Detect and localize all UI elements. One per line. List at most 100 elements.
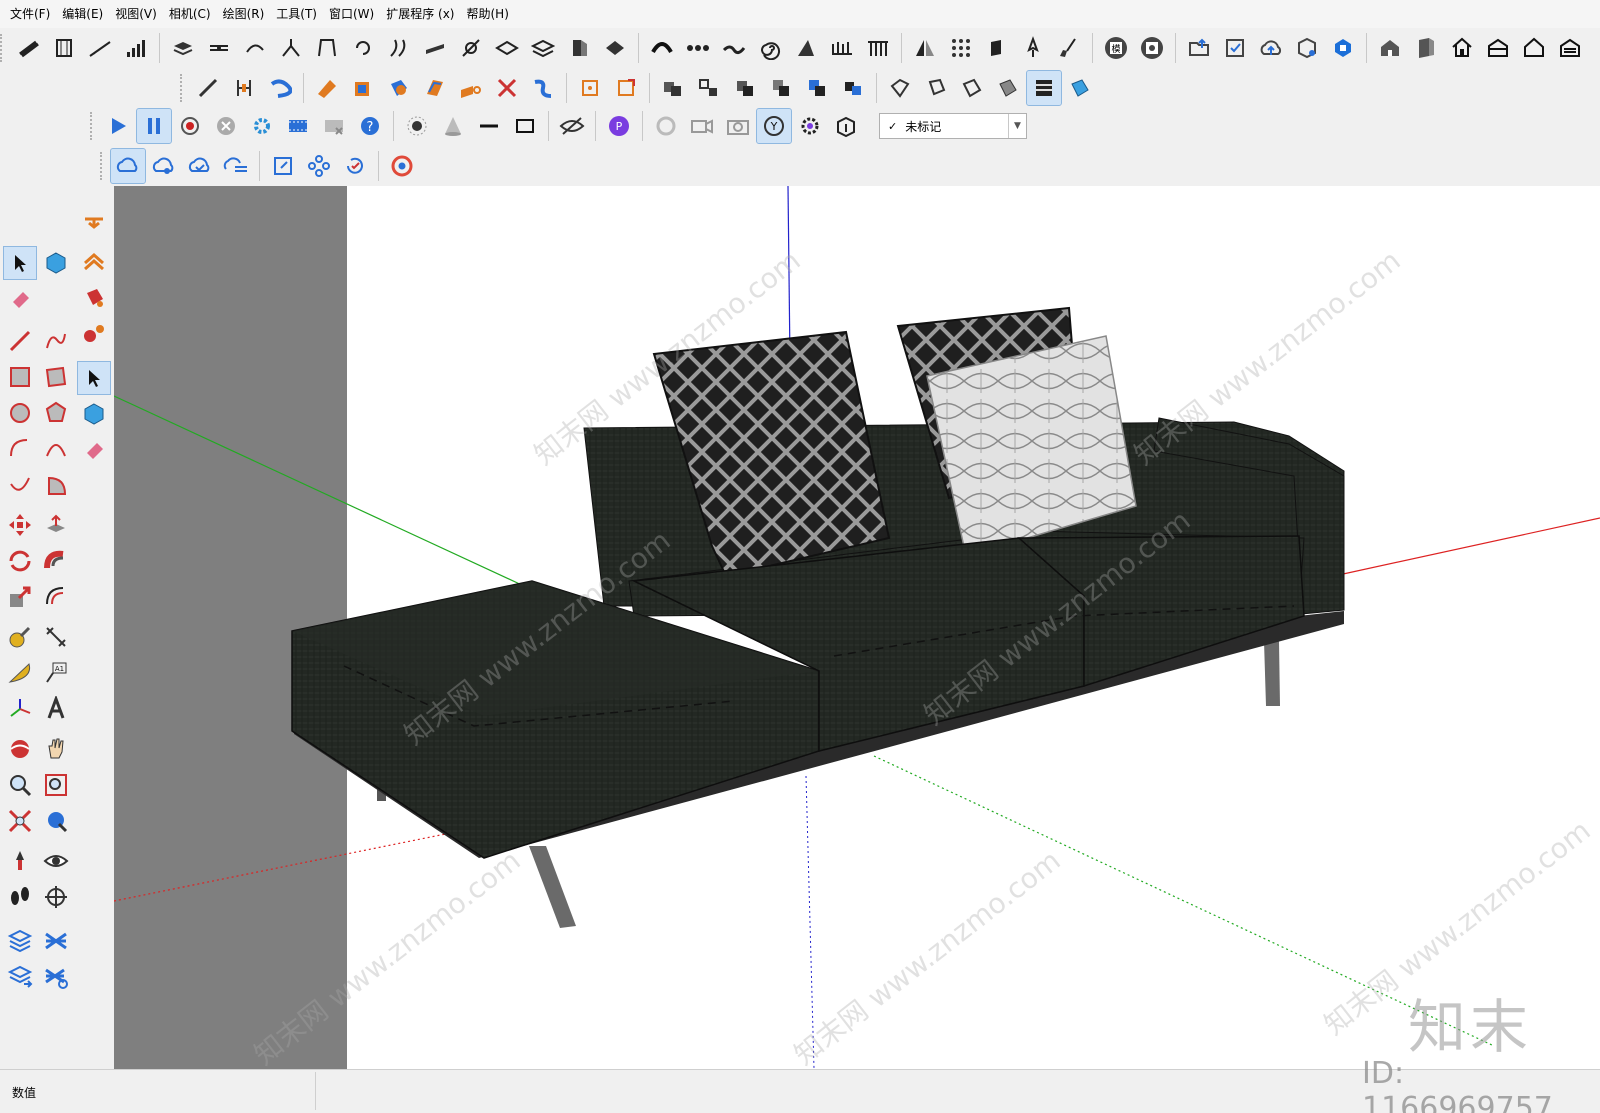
house-front-icon[interactable] [1481, 31, 1515, 65]
folder-export-icon[interactable] [1182, 31, 1216, 65]
orbit-tool-icon[interactable] [4, 733, 36, 765]
3d-text-icon[interactable] [40, 693, 72, 725]
molecule-icon[interactable] [302, 149, 336, 183]
pan-hand-icon[interactable] [40, 733, 72, 765]
scale-tool-icon[interactable] [4, 581, 36, 613]
zoom-extents-icon[interactable] [4, 805, 36, 837]
layers-striped-icon[interactable] [1026, 70, 1062, 106]
freehand-tool-icon[interactable] [40, 325, 72, 357]
line-tool-icon[interactable] [4, 325, 36, 357]
menu-window[interactable]: 窗口(W) [323, 0, 380, 28]
arc-tool-icon[interactable] [645, 31, 679, 65]
layers-export-icon[interactable] [4, 961, 36, 993]
dimension-tool-icon[interactable] [40, 621, 72, 653]
arrow-curve-icon[interactable] [238, 31, 272, 65]
line-icon[interactable] [472, 109, 506, 143]
select-arrow-icon[interactable] [77, 361, 111, 395]
menu-view[interactable]: 视图(V) [109, 0, 163, 28]
orbit-disabled-icon[interactable] [649, 109, 683, 143]
sandbox-drape-icon[interactable] [78, 210, 110, 242]
menu-extensions[interactable]: 扩展程序 (x) [380, 0, 460, 28]
move-tool-icon[interactable] [4, 509, 36, 541]
rotate-tool-icon[interactable] [4, 545, 36, 577]
menu-help[interactable]: 帮助(H) [460, 0, 514, 28]
tag-dropdown[interactable]: ✓ 未标记 ▼ [879, 113, 1027, 139]
photo-camera-icon[interactable] [721, 109, 755, 143]
hide-eye-icon[interactable] [555, 109, 589, 143]
polygon-tool-icon[interactable] [40, 397, 72, 429]
ramp-tool-icon[interactable] [83, 31, 117, 65]
home-icon[interactable] [1445, 31, 1479, 65]
cloud-upload-icon[interactable] [1254, 31, 1288, 65]
align-tool-icon[interactable] [202, 31, 236, 65]
twist-solid-icon[interactable] [526, 71, 560, 105]
cube-settings-icon[interactable] [1290, 31, 1324, 65]
brand-logo-icon[interactable] [1326, 31, 1360, 65]
layer-stack-icon[interactable] [166, 31, 200, 65]
cone-icon[interactable] [436, 109, 470, 143]
bar-chart-tool-icon[interactable] [119, 31, 153, 65]
dots-line-icon[interactable] [681, 31, 715, 65]
stamp-chevron-icon[interactable] [78, 246, 110, 278]
rectangle-icon[interactable] [508, 109, 542, 143]
pipe-tool-icon[interactable] [454, 31, 488, 65]
cloud-check-icon[interactable] [183, 149, 217, 183]
menu-draw[interactable]: 绘图(R) [217, 0, 271, 28]
frame-tool-icon[interactable] [310, 31, 344, 65]
pie-tool-icon[interactable] [40, 469, 72, 501]
toolbar-grip[interactable] [0, 34, 5, 62]
zoom-window-icon[interactable] [40, 769, 72, 801]
refresh-check-icon[interactable] [338, 149, 372, 183]
measurements-box[interactable] [6, 1072, 316, 1110]
cut-shape-icon[interactable] [789, 31, 823, 65]
position-camera-icon[interactable] [4, 845, 36, 877]
offset-tool-icon[interactable] [40, 581, 72, 613]
pin-tool-icon[interactable] [1016, 31, 1050, 65]
settings-gear-icon[interactable] [793, 109, 827, 143]
cloud-list-icon[interactable] [219, 149, 253, 183]
comb-tool-icon[interactable] [825, 31, 859, 65]
protractor-icon[interactable] [4, 657, 36, 689]
toolbar-grip[interactable] [180, 74, 185, 102]
pause-icon[interactable] [136, 108, 172, 144]
stair-tool-icon[interactable] [11, 31, 45, 65]
fork-arrow-icon[interactable] [274, 31, 308, 65]
building-icon[interactable] [1409, 31, 1443, 65]
cross-layers-gear-icon[interactable] [40, 961, 72, 993]
checkbox-icon[interactable] [1218, 31, 1252, 65]
rectangle-tool-icon[interactable] [4, 361, 36, 393]
wedge-solid-icon[interactable] [310, 71, 344, 105]
spiral-tool-icon[interactable] [753, 31, 787, 65]
cross-cut-icon[interactable] [490, 71, 524, 105]
sofa-scene[interactable]: 知末网 www.znzmo.com 知末网 www.znzmo.com 知末网 … [114, 186, 1600, 1069]
square-select-icon[interactable] [573, 71, 607, 105]
zoom-tool-icon[interactable] [4, 769, 36, 801]
purple-plugin-icon[interactable]: P [602, 109, 636, 143]
plane-outline-icon[interactable] [955, 71, 989, 105]
3d-viewport[interactable]: 知末网 www.znzmo.com 知末网 www.znzmo.com 知末网 … [114, 186, 1600, 1069]
make-component-icon[interactable] [40, 247, 72, 279]
axis-y-icon[interactable]: Y [756, 108, 792, 144]
brush-tool-icon[interactable] [1052, 31, 1086, 65]
three-point-arc-icon[interactable] [4, 469, 36, 501]
explode-boxes-icon[interactable] [692, 71, 726, 105]
make-unique-icon[interactable] [764, 71, 798, 105]
cloud-link-icon[interactable] [110, 148, 146, 184]
square-rotate-icon[interactable] [609, 71, 643, 105]
stop-icon[interactable] [209, 109, 243, 143]
house-3d-icon[interactable] [1373, 31, 1407, 65]
chevron-down-icon[interactable]: ▼ [1008, 114, 1026, 138]
rotated-rectangle-icon[interactable] [40, 361, 72, 393]
layers-gear-icon[interactable] [4, 925, 36, 957]
slice-solid-icon[interactable] [418, 71, 452, 105]
cube-wire-icon[interactable] [919, 71, 953, 105]
wave-tool-icon[interactable] [717, 31, 751, 65]
box-solid-icon[interactable] [346, 71, 380, 105]
two-point-arc-icon[interactable] [40, 433, 72, 465]
help-icon[interactable]: ? [353, 109, 387, 143]
gear-blue-icon[interactable] [245, 109, 279, 143]
chrome-browser-icon[interactable] [385, 149, 419, 183]
face-outline-icon[interactable] [883, 71, 917, 105]
arc-tool-icon[interactable] [4, 433, 36, 465]
plane-grey-icon[interactable] [991, 71, 1025, 105]
